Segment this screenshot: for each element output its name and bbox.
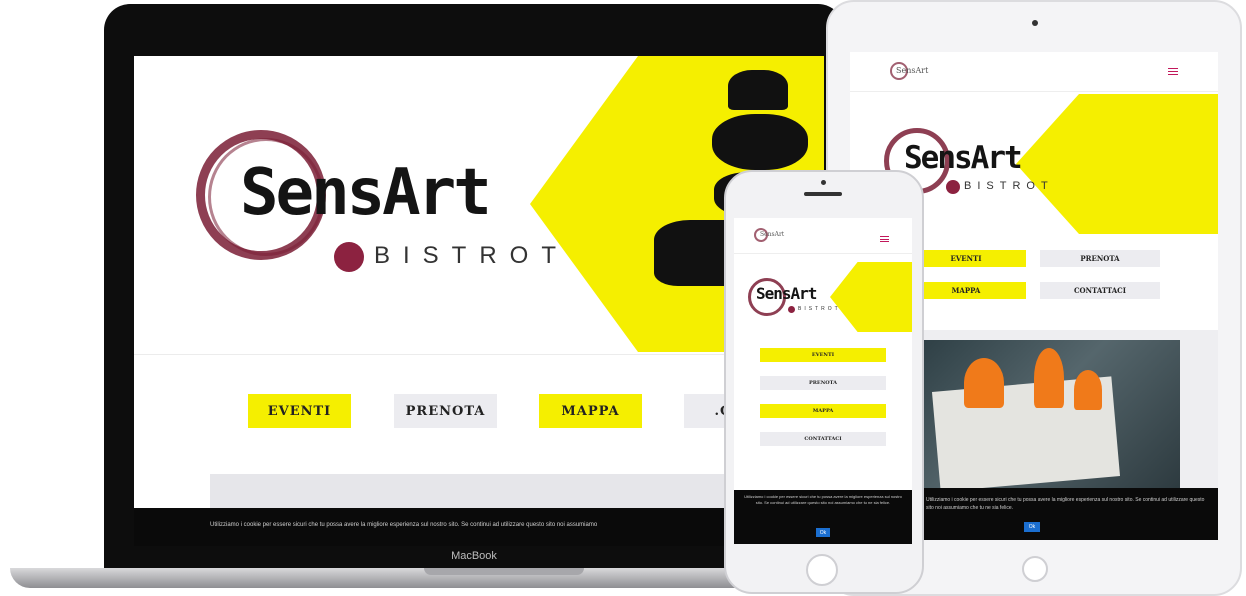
tablet-camera-icon: [1032, 20, 1038, 26]
tablet-home-button[interactable]: [1022, 556, 1048, 582]
yellow-hexagon: [830, 262, 912, 332]
burning-newspaper-photo: [924, 340, 1180, 490]
nav-mappa-button[interactable]: MAPPA: [760, 404, 886, 418]
logo-subtitle: BISTROT: [964, 180, 1054, 192]
logo-dot-icon: [946, 180, 960, 194]
nav-contattaci-button[interactable]: CONTATTACI: [760, 432, 886, 446]
logo-name: SensArt: [904, 140, 1023, 176]
rooster-icon: [728, 70, 788, 110]
laptop-notch: [424, 568, 584, 575]
menu-icon[interactable]: [1168, 68, 1178, 75]
nav-eventi-button[interactable]: EVENTI: [760, 348, 886, 362]
divider: [134, 354, 824, 355]
phone-header: SensArt: [734, 218, 912, 254]
phone-camera-icon: [821, 180, 826, 185]
nav-eventi-button[interactable]: EVENTI: [248, 394, 351, 428]
yellow-hexagon: [1016, 94, 1218, 234]
logo-name: SensArt: [756, 284, 817, 303]
nav-prenota-button[interactable]: PRENOTA: [760, 376, 886, 390]
flame-icon: [1034, 348, 1064, 408]
laptop-screen: SensArt BISTROT EVENTI PRENOTA MAPPA .CO…: [134, 56, 824, 546]
logo-dot-icon: [788, 306, 795, 313]
sheep-icon: [712, 114, 808, 170]
logo-dot-icon: [334, 242, 364, 272]
cookie-ok-button[interactable]: Ok: [1024, 522, 1040, 532]
phone-screen: SensArt SensArt BISTROT EVENTI PRENOTA M…: [734, 218, 912, 544]
flame-icon: [1074, 370, 1102, 410]
nav-prenota-button[interactable]: PRENOTA: [1040, 250, 1160, 267]
site-logo[interactable]: SensArt BISTROT: [196, 130, 556, 280]
nav-eventi-button[interactable]: EVENTI: [906, 250, 1026, 267]
device-mockup: SensArt BISTROT EVENTI PRENOTA MAPPA .CO…: [0, 0, 1246, 596]
tablet-header: SensArt: [850, 52, 1218, 92]
header-logo[interactable]: SensArt: [896, 66, 928, 75]
header-logo[interactable]: SensArt: [760, 231, 784, 238]
logo-subtitle: BISTROT: [374, 242, 570, 269]
nav-mappa-button[interactable]: MAPPA: [539, 394, 642, 428]
logo-name: SensArt: [240, 156, 492, 230]
phone-home-button[interactable]: [806, 554, 838, 586]
cookie-ok-button[interactable]: Ok: [816, 528, 830, 537]
phone-speaker-icon: [804, 192, 842, 196]
nav-mappa-button[interactable]: MAPPA: [906, 282, 1026, 299]
logo-subtitle: BISTROT: [798, 306, 841, 312]
nav-contattaci-button[interactable]: CONTATTACI: [1040, 282, 1160, 299]
cookie-text: Utilizziamo i cookie per essere sicuri c…: [926, 497, 1205, 511]
cookie-banner: Utilizziamo i cookie per essere sicuri c…: [134, 508, 824, 546]
menu-icon[interactable]: [880, 236, 889, 242]
nav-prenota-button[interactable]: PRENOTA: [394, 394, 497, 428]
flame-icon: [964, 358, 1004, 408]
cookie-text: Utilizziamo i cookie per essere sicuri c…: [744, 494, 902, 505]
